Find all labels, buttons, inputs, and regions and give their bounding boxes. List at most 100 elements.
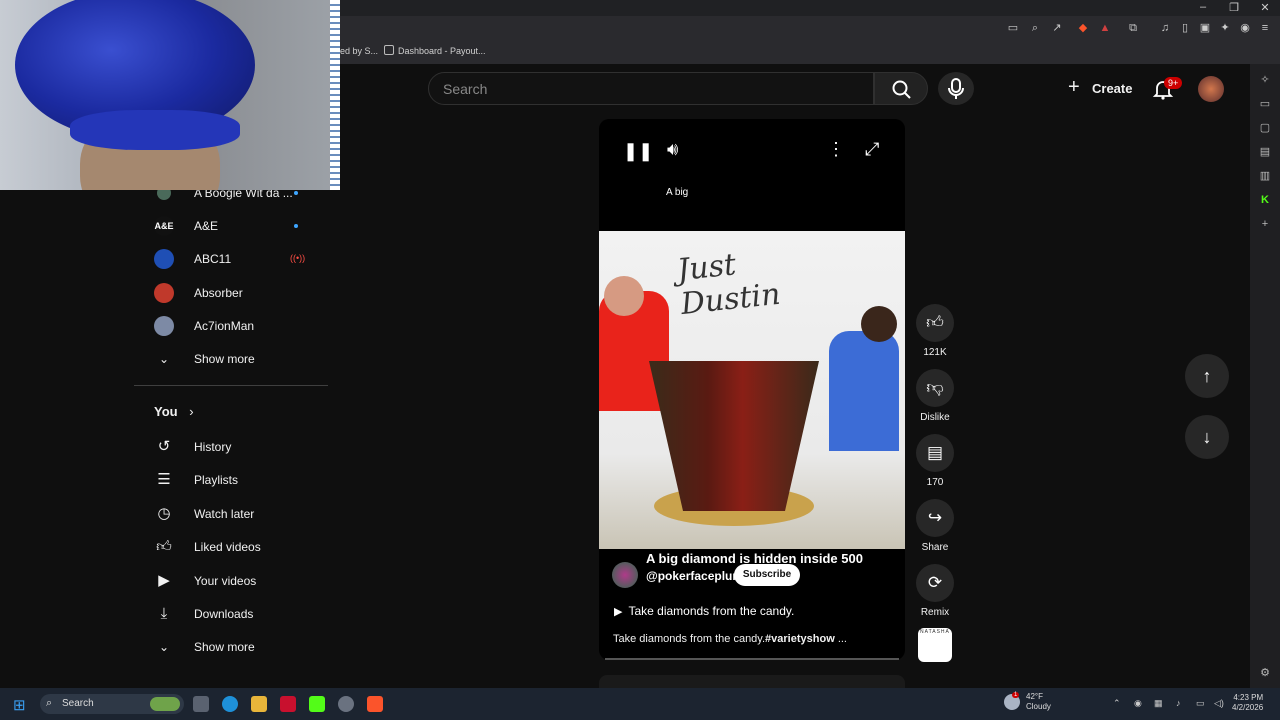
chevron-right-icon: › xyxy=(189,404,194,419)
taskbar-search[interactable]: ⌕ Search xyxy=(40,694,184,714)
like-button[interactable]: 👍︎ 121K xyxy=(916,304,954,358)
channel-avatar xyxy=(154,283,174,303)
notification-badge: 9+ xyxy=(1164,77,1183,89)
bookmark-item[interactable]: Dashboard - Payout... xyxy=(398,46,486,56)
restore-icon[interactable]: ❐ xyxy=(1227,1,1241,14)
volume-icon[interactable]: 🔊︎ xyxy=(667,139,678,160)
related-video-label: Take diamonds from the candy. xyxy=(628,604,795,618)
short-description[interactable]: Take diamonds from the candy.#varietysho… xyxy=(613,633,847,645)
bookmark-item[interactable]: ed by S... xyxy=(340,46,378,56)
channel-avatar[interactable] xyxy=(612,562,638,588)
extensions-icon[interactable]: ⧉ xyxy=(1126,21,1140,35)
sidebar-item-label: Downloads xyxy=(194,607,254,621)
adobe-icon[interactable] xyxy=(280,696,296,712)
next-short-button[interactable]: ↓ xyxy=(1185,415,1229,459)
video-person-right xyxy=(829,331,899,451)
rewards-icon[interactable]: ▲ xyxy=(1098,21,1112,35)
share-page-icon[interactable]: ↗ xyxy=(1050,21,1064,35)
sidebar-item-playlists[interactable]: ☰ Playlists xyxy=(134,465,328,495)
wallet-icon[interactable]: ▣ xyxy=(1198,21,1212,35)
sidebar-item-liked-videos[interactable]: 👍︎ Liked videos xyxy=(134,532,328,562)
weather-widget[interactable]: 42°F Cloudy xyxy=(1026,692,1051,712)
sidebar-item-label: Your videos xyxy=(194,574,257,588)
you-section-header[interactable]: You › xyxy=(154,404,194,419)
add-panel-icon[interactable]: + xyxy=(1259,218,1271,230)
account-avatar[interactable] xyxy=(1198,76,1224,102)
play-icon: ▶ xyxy=(614,606,623,618)
edge-icon[interactable] xyxy=(222,696,238,712)
sidebar-item-history[interactable]: ↺ History xyxy=(134,432,328,462)
file-explorer-icon[interactable] xyxy=(251,696,267,712)
chat-icon[interactable]: ▢ xyxy=(1259,122,1271,134)
more-options-icon[interactable]: ⋮ xyxy=(827,139,845,160)
taskbar-search-label: Search xyxy=(62,698,94,709)
search-icon: ⌕ xyxy=(46,697,53,709)
voice-search-button[interactable] xyxy=(938,72,974,105)
sidebar-item-downloads[interactable]: ⤓ Downloads xyxy=(134,599,328,629)
tray-display-icon[interactable]: ▭ xyxy=(1196,698,1205,709)
tray-volume-icon[interactable]: ◁) xyxy=(1214,698,1224,709)
webcam-overlay xyxy=(0,0,340,190)
brave-shield-icon[interactable]: ◆ xyxy=(1076,21,1090,35)
bookmarks-panel-icon[interactable]: ▤ xyxy=(1259,146,1271,158)
windows-taskbar xyxy=(0,688,1280,720)
vpn-icon[interactable]: ◉ xyxy=(1238,21,1252,35)
zoom-icon[interactable]: ⌕ xyxy=(1028,21,1042,35)
taskbar-clock[interactable]: 4:23 PM 4/2/2026 xyxy=(1232,693,1263,713)
tray-network-icon[interactable]: ▦ xyxy=(1154,698,1163,709)
hashtag-link[interactable]: #varietyshow xyxy=(765,633,835,645)
tv-icon[interactable]: ▭ xyxy=(1259,98,1271,110)
channel-avatar: A&E xyxy=(154,216,174,236)
share-button[interactable]: ↪ Share xyxy=(916,499,954,553)
close-window-icon[interactable]: ✕ xyxy=(1258,1,1272,14)
video-person-right-head xyxy=(861,306,897,342)
task-view-icon[interactable] xyxy=(193,696,209,712)
comments-button[interactable]: ▤ 170 xyxy=(916,434,954,488)
tray-chevron-icon[interactable]: ⌃ xyxy=(1113,698,1121,709)
pin-icon[interactable]: ✧ xyxy=(1259,74,1271,86)
settings-gear-icon[interactable]: ⚙ xyxy=(1259,667,1271,679)
sidebar-item-subscription[interactable]: A&E A&E xyxy=(134,211,328,241)
subscribe-button[interactable]: Subscribe xyxy=(734,564,800,586)
sidebar-item-watch-later[interactable]: ◷ Watch later xyxy=(134,499,328,529)
channel-name[interactable]: @pokerfaceplum xyxy=(646,569,743,583)
fullscreen-icon[interactable]: ⤢ xyxy=(865,139,879,160)
playlists-icon: ☰ xyxy=(157,471,171,488)
tray-app-icon[interactable]: ◉ xyxy=(1134,698,1142,709)
sidebar-item-subscription[interactable]: ABC11 ((•)) xyxy=(134,244,328,274)
tray-mic-icon[interactable]: ♪ xyxy=(1176,698,1181,708)
sidebar-item-your-videos[interactable]: ▶ Your videos xyxy=(134,566,328,596)
watch-later-icon: ◷ xyxy=(157,505,171,522)
sidebar-item-label: Liked videos xyxy=(194,540,261,554)
search-input[interactable]: Search xyxy=(428,72,874,105)
related-video-link[interactable]: ▶ Take diamonds from the candy. xyxy=(614,604,794,618)
reading-list-icon[interactable]: ▥ xyxy=(1259,170,1271,182)
microphone-icon xyxy=(948,78,964,99)
audio-track-thumbnail[interactable]: NATASHA xyxy=(918,628,952,662)
next-short-preview[interactable] xyxy=(599,675,905,688)
sidebar-toggle-icon[interactable]: ▯ xyxy=(1178,21,1192,35)
search-button[interactable] xyxy=(874,72,928,105)
windows-start-icon[interactable]: ⊞ xyxy=(13,696,26,714)
media-icon[interactable]: ♫ xyxy=(1158,21,1172,35)
show-more-subscriptions[interactable]: ⌄ Show more xyxy=(134,344,328,374)
remix-button[interactable]: ⟳ Remix xyxy=(916,564,954,618)
audio-track-label: NATASHA xyxy=(920,629,950,635)
sidebar-item-subscription[interactable]: Ac7ionMan xyxy=(134,311,328,341)
pause-icon[interactable]: ❚❚ xyxy=(623,141,653,162)
create-button[interactable]: + Create xyxy=(1062,76,1136,102)
cast-icon[interactable]: ▭ xyxy=(1006,21,1020,35)
leo-icon[interactable]: ✦ xyxy=(1218,21,1232,35)
kick-app-icon[interactable] xyxy=(309,696,325,712)
dislike-button[interactable]: 👎︎ Dislike xyxy=(916,369,954,423)
kick-icon[interactable]: K xyxy=(1259,194,1271,206)
sidebar-item-subscription[interactable]: Absorber xyxy=(134,278,328,308)
previous-short-button[interactable]: ↑ xyxy=(1185,354,1229,398)
video-frame[interactable]: Just Dustin xyxy=(599,231,905,549)
video-progress-bar[interactable] xyxy=(605,658,899,660)
brave-icon[interactable] xyxy=(367,696,383,712)
obs-icon[interactable] xyxy=(338,696,354,712)
show-more-you[interactable]: ⌄ Show more xyxy=(134,632,328,662)
minimize-icon[interactable]: – xyxy=(1196,1,1210,13)
menu-icon[interactable]: ≡ xyxy=(1258,21,1272,35)
